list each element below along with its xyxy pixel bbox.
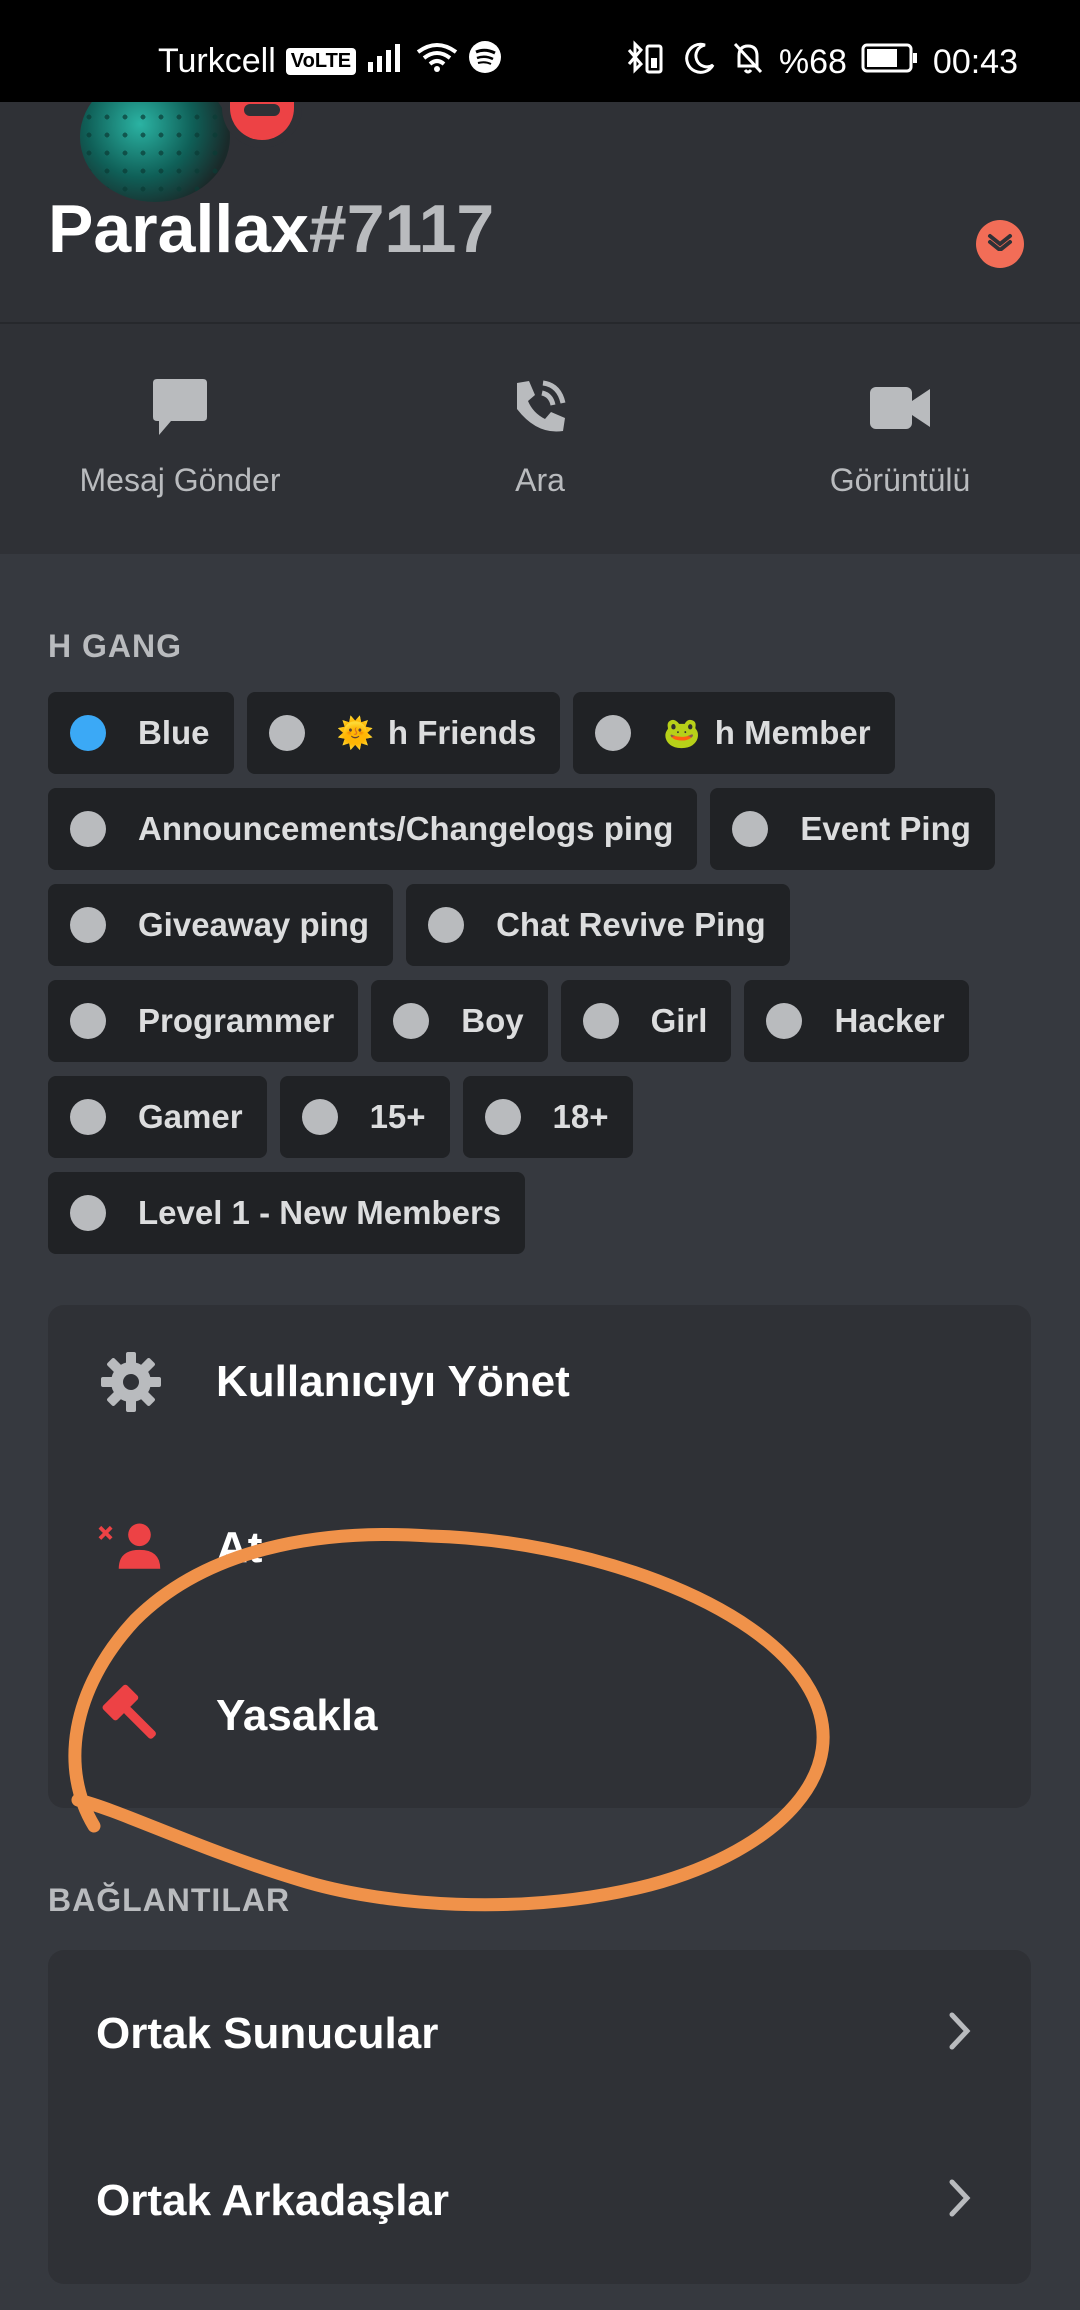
battery-icon xyxy=(861,43,919,82)
role-chip[interactable]: 🐸 h Member xyxy=(573,692,895,774)
role-chip[interactable]: Giveaway ping xyxy=(48,884,394,966)
status-bar: Turkcell VoLTE %68 00:43 xyxy=(0,0,1080,102)
mutual-servers-label: Ortak Sunucular xyxy=(96,2008,439,2058)
role-name: Hacker xyxy=(834,1002,945,1039)
moderation-card: Kullanıcıyı Yönet At Yasakla xyxy=(48,1305,1031,1808)
avatar[interactable] xyxy=(80,102,230,202)
role-name: Girl xyxy=(650,1002,708,1039)
manage-user-label: Kullanıcıyı Yönet xyxy=(216,1357,570,1406)
bell-off-icon xyxy=(731,40,765,85)
video-call-button[interactable]: Görüntülü xyxy=(750,376,1050,499)
role-chip[interactable]: Hacker xyxy=(744,980,969,1062)
role-color-dot xyxy=(393,1003,430,1039)
roles-section-title: H GANG xyxy=(48,628,182,664)
status-bar-left: Turkcell VoLTE xyxy=(158,40,502,83)
role-chip[interactable]: Announcements/Changelogs ping xyxy=(48,788,698,870)
kick-button[interactable]: At xyxy=(48,1473,1031,1623)
mutual-servers-row[interactable]: Ortak Sunucular xyxy=(48,1950,1031,2117)
links-card: Ortak Sunucular Ortak Arkadaşlar xyxy=(48,1950,1031,2284)
spotify-icon xyxy=(468,40,502,83)
ban-label: Yasakla xyxy=(216,1691,378,1740)
ban-hammer-icon xyxy=(98,1683,164,1749)
role-color-dot xyxy=(70,907,106,943)
role-name: Announcements/Changelogs ping xyxy=(138,810,674,847)
role-name: Chat Revive Ping xyxy=(496,906,766,943)
send-message-button[interactable]: Mesaj Gönder xyxy=(30,376,330,499)
role-name: 18+ xyxy=(552,1098,609,1135)
dnd-status-badge xyxy=(222,102,302,148)
role-color-dot xyxy=(70,715,106,751)
chevron-right-icon xyxy=(949,2179,971,2222)
role-name: Event Ping xyxy=(800,810,971,847)
video-call-label: Görüntülü xyxy=(829,462,971,498)
role-color-dot xyxy=(70,1003,106,1039)
role-name: 15+ xyxy=(369,1098,426,1135)
role-name: h Friends xyxy=(387,714,537,751)
profile-header: Parallax#7117 xyxy=(0,102,1080,324)
chat-bubble-icon xyxy=(30,376,330,440)
role-chip[interactable]: 18+ xyxy=(462,1076,633,1158)
bluetooth-battery-icon xyxy=(625,40,669,85)
manage-user-button[interactable]: Kullanıcıyı Yönet xyxy=(48,1307,1031,1457)
role-color-dot xyxy=(595,715,632,751)
mutual-friends-row[interactable]: Ortak Arkadaşlar xyxy=(48,2117,1031,2284)
role-name: h Member xyxy=(714,714,871,751)
role-chip[interactable]: Event Ping xyxy=(710,788,995,870)
role-color-dot xyxy=(732,811,769,847)
chevron-down-icon xyxy=(987,233,1013,256)
role-chip[interactable]: Level 1 - New Members xyxy=(48,1172,526,1254)
profile-actions: Mesaj Gönder Ara Görüntülü xyxy=(0,324,1080,554)
gear-icon xyxy=(98,1349,164,1415)
role-color-dot xyxy=(766,1003,803,1039)
role-chip[interactable]: 🌞 h Friends xyxy=(246,692,561,774)
role-color-dot xyxy=(301,1099,338,1135)
battery-percent: %68 xyxy=(778,43,847,81)
kick-label: At xyxy=(216,1523,263,1572)
role-color-dot xyxy=(268,715,305,751)
username: Parallax#7117 xyxy=(48,190,494,268)
links-section-title: BAĞLANTILAR xyxy=(48,1882,291,1918)
mutual-friends-label: Ortak Arkadaşlar xyxy=(96,2175,450,2225)
username-discriminator: #7117 xyxy=(308,191,495,267)
phone-call-icon xyxy=(390,376,690,440)
wifi-icon xyxy=(416,42,458,81)
role-emoji-icon: 🌞 xyxy=(336,716,374,750)
volte-badge: VoLTE xyxy=(285,48,357,75)
role-chip[interactable]: Girl xyxy=(560,980,732,1062)
role-name: Boy xyxy=(461,1002,524,1039)
role-name: Level 1 - New Members xyxy=(138,1194,502,1231)
role-color-dot xyxy=(70,1099,106,1135)
role-name: Gamer xyxy=(138,1098,243,1135)
role-name: Programmer xyxy=(138,1002,335,1039)
signal-icon xyxy=(366,42,406,81)
call-button[interactable]: Ara xyxy=(390,376,690,499)
collapse-button[interactable] xyxy=(976,220,1024,268)
role-color-dot xyxy=(484,1099,521,1135)
roles-list: Blue 🌞 h Friends 🐸 h Member Announcements/Cha… xyxy=(48,692,1048,1254)
role-chip[interactable]: Blue xyxy=(48,692,234,774)
role-emoji-icon: 🐸 xyxy=(663,716,701,750)
role-chip[interactable]: Chat Revive Ping xyxy=(406,884,790,966)
status-bar-right: %68 00:43 xyxy=(625,40,1018,85)
role-chip[interactable]: Programmer xyxy=(48,980,359,1062)
moon-icon xyxy=(683,41,717,84)
role-color-dot xyxy=(582,1003,619,1039)
clock: 00:43 xyxy=(932,43,1018,81)
send-message-label: Mesaj Gönder xyxy=(79,462,281,498)
username-name: Parallax xyxy=(48,191,309,267)
role-chip[interactable]: 15+ xyxy=(279,1076,450,1158)
role-color-dot xyxy=(70,811,106,847)
chevron-right-icon xyxy=(949,2012,971,2055)
role-name: Giveaway ping xyxy=(138,906,370,943)
role-name: Blue xyxy=(138,714,210,751)
role-chip[interactable]: Gamer xyxy=(48,1076,267,1158)
role-chip[interactable]: Boy xyxy=(371,980,548,1062)
carrier-label: Turkcell xyxy=(158,42,276,80)
kick-user-icon xyxy=(98,1515,164,1581)
role-color-dot xyxy=(70,1195,106,1231)
call-label: Ara xyxy=(515,462,565,498)
role-color-dot xyxy=(428,907,465,943)
ban-button[interactable]: Yasakla xyxy=(48,1641,1031,1791)
video-camera-icon xyxy=(750,376,1050,440)
